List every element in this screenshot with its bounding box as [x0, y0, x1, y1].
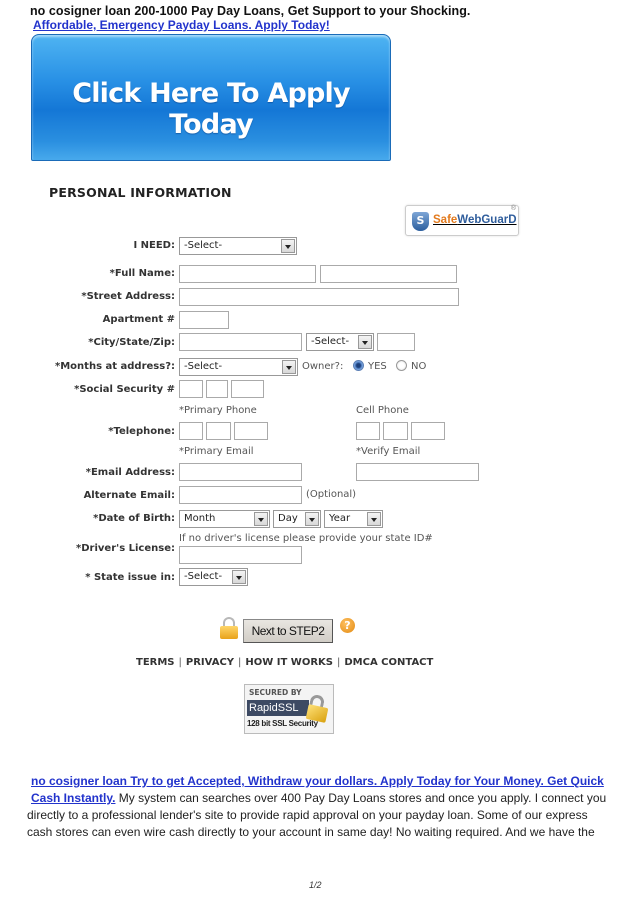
help-icon[interactable]: ? — [340, 618, 355, 633]
chevron-down-icon — [358, 335, 372, 349]
last-name-input[interactable] — [320, 265, 457, 283]
chevron-down-icon — [367, 512, 381, 526]
alternate-email-input[interactable] — [179, 486, 302, 504]
street-address-label: *Street Address: — [81, 291, 175, 302]
verify-email-label: *Verify Email — [356, 446, 421, 457]
email-address-label: *Email Address: — [85, 467, 175, 478]
shield-icon: S — [412, 212, 429, 231]
page-number: 1/2 — [309, 880, 322, 890]
full-name-label: *Full Name: — [109, 268, 175, 279]
state-issue-label: * State issue in: — [85, 572, 175, 583]
city-state-zip-label: *City/State/Zip: — [88, 337, 175, 348]
terms-link[interactable]: TERMS — [136, 657, 175, 668]
cell-prefix-input[interactable] — [383, 422, 408, 440]
lock-icon — [220, 617, 238, 639]
primary-email-label: *Primary Email — [179, 446, 254, 457]
ssn-part3-input[interactable] — [231, 380, 264, 398]
cell-line-input[interactable] — [411, 422, 445, 440]
body-link-line1[interactable]: no cosigner loan Try to get Accepted, Wi… — [31, 774, 604, 788]
owner-yes-label: YES — [368, 361, 387, 372]
primary-phone-label: *Primary Phone — [179, 405, 257, 416]
owner-label: Owner?: — [302, 361, 344, 372]
separator: | — [337, 657, 341, 668]
apply-today-link[interactable]: Affordable, Emergency Payday Loans. Appl… — [33, 18, 330, 32]
body-line3: directly to a professional lender's site… — [27, 808, 588, 822]
drivers-license-label: *Driver's License: — [76, 543, 175, 554]
telephone-label: *Telephone: — [108, 426, 175, 437]
safewebguard-brand: SafeWebGuarD — [433, 214, 517, 226]
dob-day-select[interactable]: Day — [273, 510, 321, 528]
owner-yes-radio[interactable] — [353, 360, 364, 371]
ssn-part2-input[interactable] — [206, 380, 228, 398]
dob-year-select[interactable]: Year — [324, 510, 383, 528]
alternate-email-label: Alternate Email: — [83, 490, 175, 501]
dob-month-value: Month — [184, 513, 216, 524]
cell-area-input[interactable] — [356, 422, 380, 440]
body-line4: cash stores can even wire cash directly … — [27, 825, 595, 839]
privacy-link[interactable]: PRIVACY — [186, 657, 234, 668]
phone-prefix-input[interactable] — [206, 422, 231, 440]
rapidssl-badge[interactable]: SECURED BY RapidSSL 128 bit SSL Security — [244, 684, 334, 734]
how-it-works-link[interactable]: HOW IT WORKS — [245, 657, 333, 668]
city-input[interactable] — [179, 333, 302, 351]
separator: | — [178, 657, 182, 668]
first-name-input[interactable] — [179, 265, 316, 283]
ssn-part1-input[interactable] — [179, 380, 203, 398]
owner-no-label: NO — [411, 361, 427, 372]
dob-month-select[interactable]: Month — [179, 510, 270, 528]
ssl-brand: RapidSSL — [247, 700, 309, 716]
dob-day-value: Day — [278, 513, 298, 524]
drivers-license-input[interactable] — [179, 546, 302, 564]
ssn-label: *Social Security # — [74, 384, 175, 395]
apply-banner-button[interactable]: Click Here To Apply Today — [31, 34, 391, 161]
footer-links: TERMS | PRIVACY | HOW IT WORKS | DMCA CONTACT — [136, 657, 433, 668]
body-text-line2: My system can searches over 400 Pay Day … — [115, 791, 607, 805]
verify-email-input[interactable] — [356, 463, 479, 481]
apply-banner-label: Click Here To Apply Today — [72, 78, 350, 140]
i-need-label: I NEED: — [133, 240, 175, 251]
state-issue-value: -Select- — [184, 571, 223, 582]
license-hint: If no driver's license please provide yo… — [179, 533, 433, 544]
zip-input[interactable] — [377, 333, 415, 351]
months-select[interactable]: -Select- — [179, 358, 298, 376]
state-select[interactable]: -Select- — [306, 333, 374, 351]
body-link-line2[interactable]: Cash Instantly. — [31, 791, 115, 805]
months-value: -Select- — [184, 361, 223, 372]
body-line2: Cash Instantly. My system can searches o… — [31, 791, 606, 805]
dob-year-value: Year — [329, 513, 351, 524]
phone-line-input[interactable] — [234, 422, 268, 440]
chevron-down-icon — [232, 570, 246, 584]
apartment-input[interactable] — [179, 311, 229, 329]
months-at-address-label: *Months at address?: — [55, 361, 175, 372]
primary-email-input[interactable] — [179, 463, 302, 481]
apartment-label: Apartment # — [102, 314, 175, 325]
safewebguard-badge[interactable]: S SafeWebGuarD ® — [405, 205, 519, 236]
section-title: PERSONAL INFORMATION — [49, 185, 232, 200]
street-address-input[interactable] — [179, 288, 459, 306]
optional-note: (Optional) — [306, 489, 357, 500]
ssl-secured-by: SECURED BY — [249, 688, 302, 697]
chevron-down-icon — [282, 360, 296, 374]
i-need-value: -Select- — [184, 240, 223, 251]
date-of-birth-label: *Date of Birth: — [93, 513, 175, 524]
state-value: -Select- — [311, 336, 350, 347]
registered-mark: ® — [510, 205, 516, 212]
next-step-button[interactable]: Next to STEP2 — [243, 619, 333, 643]
cell-phone-label: Cell Phone — [356, 405, 409, 416]
chevron-down-icon — [281, 239, 295, 253]
i-need-select[interactable]: -Select- — [179, 237, 297, 255]
separator: | — [238, 657, 242, 668]
owner-no-radio[interactable] — [396, 360, 407, 371]
state-issue-select[interactable]: -Select- — [179, 568, 248, 586]
chevron-down-icon — [305, 512, 319, 526]
chevron-down-icon — [254, 512, 268, 526]
dmca-contact-link[interactable]: DMCA CONTACT — [344, 657, 433, 668]
padlock-icon — [305, 693, 329, 723]
page-title: no cosigner loan 200-1000 Pay Day Loans,… — [30, 4, 471, 18]
phone-area-input[interactable] — [179, 422, 203, 440]
